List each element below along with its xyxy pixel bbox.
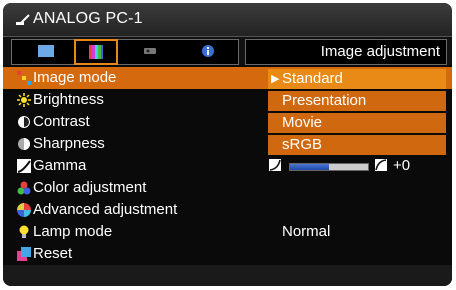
option-label: Movie (282, 114, 323, 131)
tab-row: Image adjustment (3, 37, 452, 65)
gamma-track[interactable] (289, 163, 369, 171)
brightness-icon (17, 93, 31, 107)
projector-icon (144, 48, 156, 54)
menu-item-color-adjustment[interactable]: Color adjustment (3, 177, 452, 199)
menu-item-advanced-adjustment[interactable]: Advanced adjustment (3, 199, 452, 221)
image-mode-icon (17, 71, 31, 85)
option-label: Standard (282, 70, 343, 87)
tab-screen[interactable] (26, 41, 66, 61)
menu-item-label: Gamma (33, 157, 87, 174)
menu-item-lamp-mode[interactable]: Lamp mode (3, 221, 452, 243)
contrast-icon (18, 116, 30, 128)
advanced-adjustment-icon (17, 203, 31, 217)
menu-item-label: Reset (33, 245, 73, 262)
menu-item-label: Color adjustment (33, 179, 147, 196)
gamma-high-icon (375, 159, 387, 171)
lamp-mode-value: Normal (282, 223, 331, 240)
tab-setup[interactable] (130, 41, 170, 61)
sharpness-icon (18, 138, 30, 150)
page-title-box: Image adjustment (245, 39, 447, 65)
image-mode-option-presentation[interactable]: Presentation (268, 91, 446, 111)
image-mode-options: ▶ Standard Presentation Movie sRGB (268, 69, 446, 157)
gamma-icon (17, 159, 31, 173)
image-mode-option-srgb[interactable]: sRGB (268, 135, 446, 155)
menu-item-label: Contrast (33, 113, 90, 130)
input-source-icon (16, 14, 30, 25)
image-mode-option-movie[interactable]: Movie (268, 113, 446, 133)
screen-icon (38, 45, 54, 57)
tab-information[interactable] (188, 41, 228, 61)
page-title: Image adjustment (320, 43, 440, 60)
menu-item-label: Brightness (33, 91, 104, 108)
image-mode-option-standard[interactable]: ▶ Standard (268, 69, 446, 89)
lamp-icon (19, 225, 29, 238)
gamma-value: +0 (393, 157, 411, 174)
selected-marker: ▶ (271, 73, 280, 85)
color-bars-icon (89, 45, 103, 59)
option-label: sRGB (282, 136, 323, 153)
title-bar: ANALOG PC-1 (3, 3, 452, 37)
menu-tabs (11, 39, 239, 65)
menu-item-label: Sharpness (33, 135, 105, 152)
option-label: Presentation (282, 92, 367, 109)
gamma-fill (290, 164, 329, 170)
bottom-bar (3, 265, 452, 286)
gamma-low-icon (269, 159, 281, 171)
menu-item-reset[interactable]: Reset (3, 243, 452, 265)
reset-icon (17, 247, 31, 261)
menu-item-label: Advanced adjustment (33, 201, 178, 218)
osd-menu: ANALOG PC-1 Image adjustment Image mode … (3, 3, 452, 286)
menu-item-label: Image mode (33, 69, 117, 86)
info-icon (202, 45, 214, 57)
tab-image-adjustment[interactable] (74, 39, 118, 65)
color-adjustment-icon (17, 181, 31, 195)
gamma-slider[interactable]: +0 (269, 157, 447, 175)
input-source-label: ANALOG PC-1 (33, 10, 143, 27)
menu-item-label: Lamp mode (33, 223, 113, 240)
